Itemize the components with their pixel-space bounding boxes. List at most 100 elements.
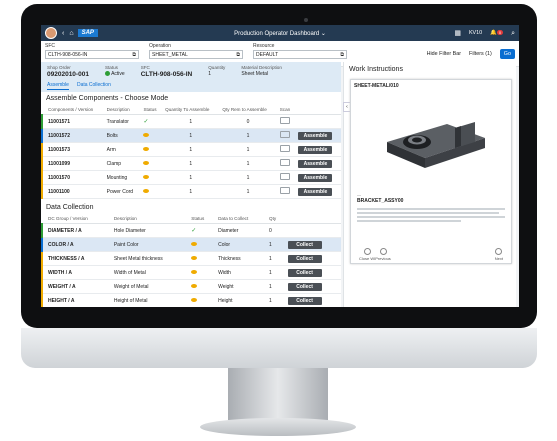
sfc-input[interactable]: CLTH-908-056-IN ⧉ bbox=[45, 50, 139, 59]
value-help-icon[interactable]: ⧉ bbox=[132, 52, 136, 58]
dc-group: COLOR / A bbox=[41, 237, 111, 252]
column-header[interactable]: Quantity To Assemble bbox=[162, 105, 220, 115]
collect-button[interactable]: Collect bbox=[287, 254, 322, 263]
table-row[interactable]: 11001100 Power Cord 1 1 Assemble bbox=[41, 184, 341, 199]
assemble-button[interactable]: Assemble bbox=[298, 187, 333, 196]
component-status bbox=[140, 156, 163, 171]
component-id: 11001573 bbox=[41, 142, 104, 157]
column-header[interactable]: Scan bbox=[276, 105, 296, 115]
dc-status bbox=[188, 265, 216, 280]
table-row[interactable]: DIAMETER / A Hole Diameter ✓ Diameter 0 bbox=[41, 223, 341, 238]
work-instruction-document[interactable]: SHEET-METAL/010 — BRACKET_ASSY00 Close W… bbox=[350, 79, 512, 264]
column-header[interactable]: Status bbox=[140, 105, 163, 115]
filters-button[interactable]: Filters (1) bbox=[469, 51, 492, 57]
action-cell: Collect bbox=[284, 237, 341, 252]
previous-button[interactable]: Previous bbox=[375, 248, 391, 261]
table-row[interactable]: THICKNESS / A Sheet Metal thickness Thickn… bbox=[41, 251, 341, 266]
dc-group: WEIGHT / A bbox=[41, 279, 111, 294]
table-row[interactable]: 11001572 Bolts 1 1 Assemble bbox=[41, 128, 341, 143]
component-id: 11001571 bbox=[41, 114, 104, 129]
value-help-icon[interactable]: ⧉ bbox=[340, 52, 344, 58]
checkmark-icon: ✓ bbox=[143, 119, 149, 125]
pending-status-icon bbox=[143, 160, 150, 165]
tab-data-collection[interactable]: Data Collection bbox=[77, 82, 111, 90]
operation-input[interactable]: SHEET_METAL ⧉ bbox=[149, 50, 243, 59]
pending-status-icon bbox=[191, 283, 198, 288]
column-header[interactable]: Components / Version bbox=[42, 105, 104, 115]
table-row[interactable]: 11001573 Arm 1 1 Assemble bbox=[41, 142, 341, 157]
collect-button[interactable]: Collect bbox=[287, 296, 322, 305]
collect-button[interactable]: Collect bbox=[287, 282, 322, 291]
dc-data-to-collect: Weight bbox=[215, 279, 267, 294]
component-id: 11001099 bbox=[41, 156, 104, 171]
qty-to-assemble: 1 bbox=[162, 128, 220, 143]
next-label: Next bbox=[494, 256, 503, 261]
scan-icon[interactable] bbox=[279, 173, 290, 180]
data-collection-table: DC Group / Version Description Status Da… bbox=[41, 214, 341, 307]
component-status bbox=[140, 170, 163, 185]
qty-remaining: 1 bbox=[219, 170, 277, 185]
dc-status bbox=[188, 251, 216, 266]
table-row[interactable]: 11001570 Mounting 1 1 Assemble bbox=[41, 170, 341, 185]
action-cell: Collect bbox=[284, 279, 341, 294]
value-help-icon[interactable]: ⧉ bbox=[236, 52, 240, 58]
scan-icon[interactable] bbox=[279, 117, 290, 124]
bell-icon[interactable]: 🔔 0 bbox=[490, 30, 504, 36]
action-cell: Assemble bbox=[295, 184, 341, 199]
assemble-button[interactable]: Assemble bbox=[298, 159, 333, 168]
pending-status-icon bbox=[191, 297, 198, 302]
plant-icon: ▦ bbox=[454, 29, 461, 37]
assemble-button[interactable]: Assemble bbox=[298, 131, 333, 140]
pending-status-icon bbox=[143, 174, 150, 179]
assemble-button[interactable]: Assemble bbox=[298, 145, 333, 154]
qty-to-assemble: 1 bbox=[162, 114, 220, 129]
search-icon[interactable]: ⌕ bbox=[511, 30, 515, 37]
table-row[interactable]: 11001099 Clamp 1 1 Assemble bbox=[41, 156, 341, 171]
qty-remaining: 1 bbox=[219, 184, 277, 199]
table-row[interactable]: COLOR / A Paint Color Color 1 Collect bbox=[41, 237, 341, 252]
status-active-icon bbox=[104, 71, 110, 77]
pending-status-icon bbox=[143, 188, 150, 193]
scan-cell bbox=[276, 170, 296, 185]
column-header[interactable]: Status bbox=[188, 214, 216, 224]
action-cell: Assemble bbox=[295, 142, 341, 157]
action-cell bbox=[295, 114, 341, 129]
column-header[interactable]: Description bbox=[110, 214, 189, 224]
action-cell bbox=[284, 223, 341, 238]
app-title[interactable]: Production Operator Dashboard ⌄ bbox=[41, 30, 519, 37]
assemble-button[interactable]: Assemble bbox=[298, 173, 333, 182]
part-name: BRACKET_ASSY00 bbox=[357, 198, 404, 204]
resource-filter: Resource DEFAULT ⧉ bbox=[253, 43, 347, 59]
close-wi-button[interactable]: Close WI bbox=[359, 248, 375, 261]
scan-icon[interactable] bbox=[279, 145, 290, 152]
scan-icon[interactable] bbox=[279, 131, 290, 138]
column-header[interactable]: Data to Collect bbox=[215, 214, 267, 224]
collect-button[interactable]: Collect bbox=[287, 268, 322, 277]
scan-icon[interactable] bbox=[279, 187, 290, 194]
collect-button[interactable]: Collect bbox=[287, 240, 322, 249]
image-caption-line: — bbox=[357, 192, 361, 197]
resource-input[interactable]: DEFAULT ⧉ bbox=[253, 50, 347, 59]
column-header[interactable]: Description bbox=[103, 105, 141, 115]
table-row[interactable]: HEIGHT / A Height of Metal Height 1 Collect bbox=[41, 293, 341, 307]
component-status bbox=[140, 142, 163, 157]
previous-icon bbox=[379, 248, 387, 255]
scan-icon[interactable] bbox=[279, 159, 290, 166]
material-field: Material Description Sheet Metal bbox=[241, 65, 282, 78]
column-header[interactable]: DC Group / Version bbox=[42, 214, 111, 224]
tab-assemble[interactable]: Assemble bbox=[47, 82, 69, 90]
go-button[interactable]: Go bbox=[499, 49, 515, 59]
table-row[interactable]: WIDTH / A Width of Metal Width 1 Collect bbox=[41, 265, 341, 280]
column-header[interactable]: Qty Rem to Assemble bbox=[219, 105, 277, 115]
column-header[interactable]: Qty bbox=[266, 214, 285, 224]
previous-label: Previous bbox=[375, 256, 391, 261]
resource-filter-label: Resource bbox=[253, 43, 275, 49]
checkmark-icon: ✓ bbox=[191, 228, 197, 234]
shell-bar: ‹ ⌂ SAP Production Operator Dashboard ⌄ … bbox=[41, 25, 519, 41]
next-button[interactable]: Next bbox=[495, 248, 503, 261]
table-row[interactable]: WEIGHT / A Weight of Metal Weight 1 Collect bbox=[41, 279, 341, 294]
dc-description: Weight of Metal bbox=[110, 279, 189, 294]
plant-label[interactable]: KV10 bbox=[469, 30, 482, 36]
hide-filter-bar-button[interactable]: Hide Filter Bar bbox=[427, 51, 461, 57]
table-row[interactable]: 11001571 Translator ✓ 1 0 bbox=[41, 114, 341, 129]
